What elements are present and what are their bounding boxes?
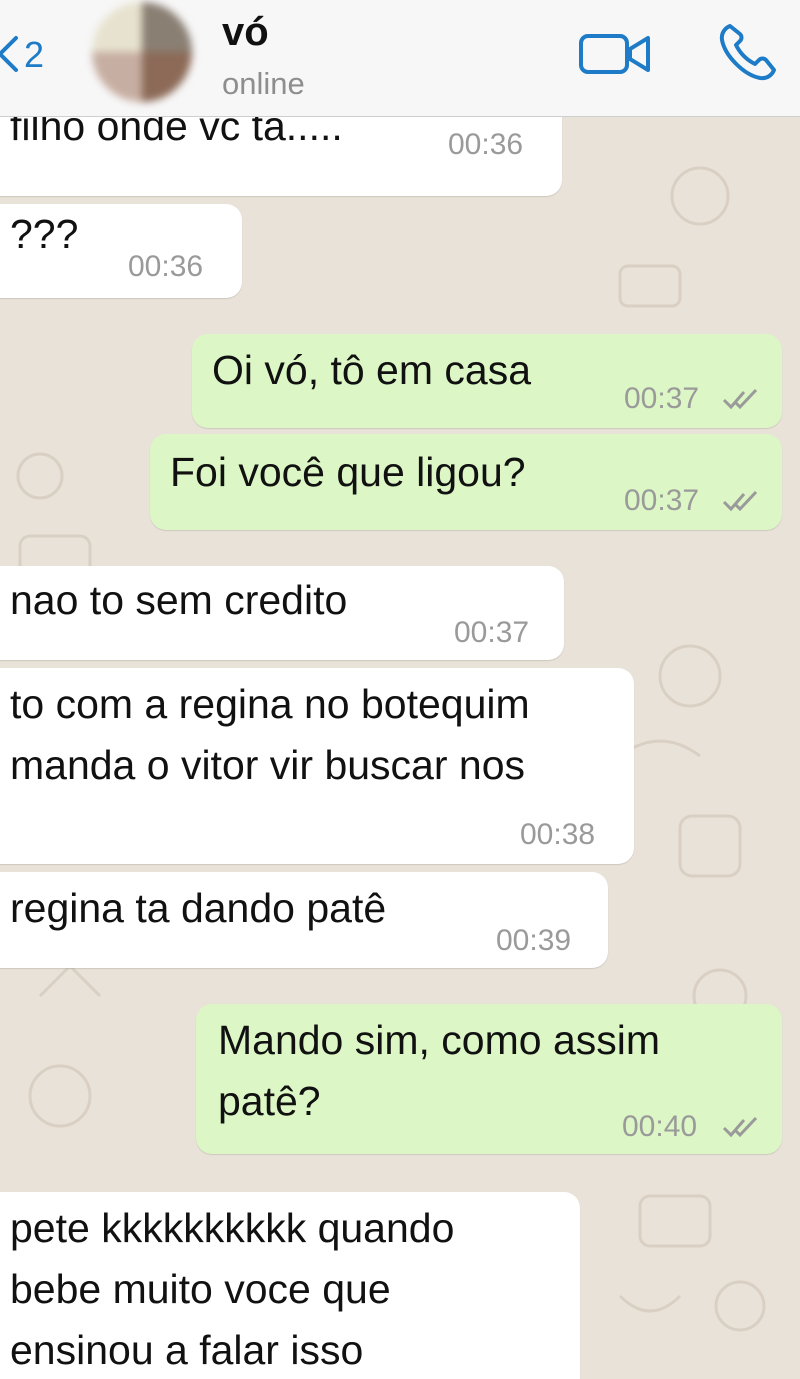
message-time: 00:37 (624, 484, 700, 517)
message-text: ??? (10, 211, 79, 257)
message-text: regina ta dando patê (10, 885, 387, 931)
chevron-left-icon[interactable] (0, 34, 24, 74)
message-time: 00:36 (448, 128, 524, 161)
video-camera-icon[interactable] (578, 28, 652, 80)
chat-header: 2 vó online (0, 0, 800, 117)
double-check-icon (722, 1116, 758, 1138)
message-bubble-outgoing[interactable]: Mando sim, como assim patê? 00:40 (196, 1004, 782, 1154)
double-check-icon (722, 388, 758, 410)
message-text: filho onde vc ta..... (10, 116, 343, 149)
message-bubble-incoming[interactable]: to com a regina no botequim manda o vito… (0, 668, 634, 864)
message-bubble-incoming[interactable]: nao to sem credito 00:37 (0, 566, 564, 660)
message-time: 00:37 (454, 616, 530, 649)
message-bubble-incoming[interactable]: regina ta dando patê 00:39 (0, 872, 608, 968)
contact-name[interactable]: vó (222, 10, 269, 55)
message-time: 00:38 (520, 818, 596, 851)
message-time: 00:39 (496, 924, 572, 957)
message-text: nao to sem credito (10, 577, 348, 623)
phone-icon[interactable] (716, 20, 780, 84)
message-bubble-incoming[interactable]: pete kkkkkkkkkk quando bebe muito voce q… (0, 1192, 580, 1379)
message-bubble-outgoing[interactable]: Oi vó, tô em casa 00:37 (192, 334, 782, 428)
contact-status: online (222, 66, 305, 101)
double-check-icon (722, 490, 758, 512)
message-text: Foi você que ligou? (170, 449, 526, 495)
message-bubble-incoming[interactable]: filho onde vc ta..... 00:36 (0, 116, 562, 196)
chat-area[interactable]: filho onde vc ta..... 00:36 ??? 00:36 Oi… (0, 116, 800, 1379)
message-time: 00:37 (624, 382, 700, 415)
back-unread-count[interactable]: 2 (24, 34, 44, 76)
message-bubble-incoming[interactable]: ??? 00:36 (0, 204, 242, 298)
message-text: Mando sim, como assim patê? (218, 1017, 661, 1124)
message-text: to com a regina no botequim manda o vito… (10, 681, 530, 788)
message-time: 00:36 (128, 250, 204, 283)
message-text: Oi vó, tô em casa (212, 347, 532, 393)
message-bubble-outgoing[interactable]: Foi você que ligou? 00:37 (150, 434, 782, 530)
message-time: 00:40 (622, 1110, 698, 1143)
avatar[interactable] (92, 2, 192, 102)
message-text: pete kkkkkkkkkk quando bebe muito voce q… (10, 1205, 455, 1373)
